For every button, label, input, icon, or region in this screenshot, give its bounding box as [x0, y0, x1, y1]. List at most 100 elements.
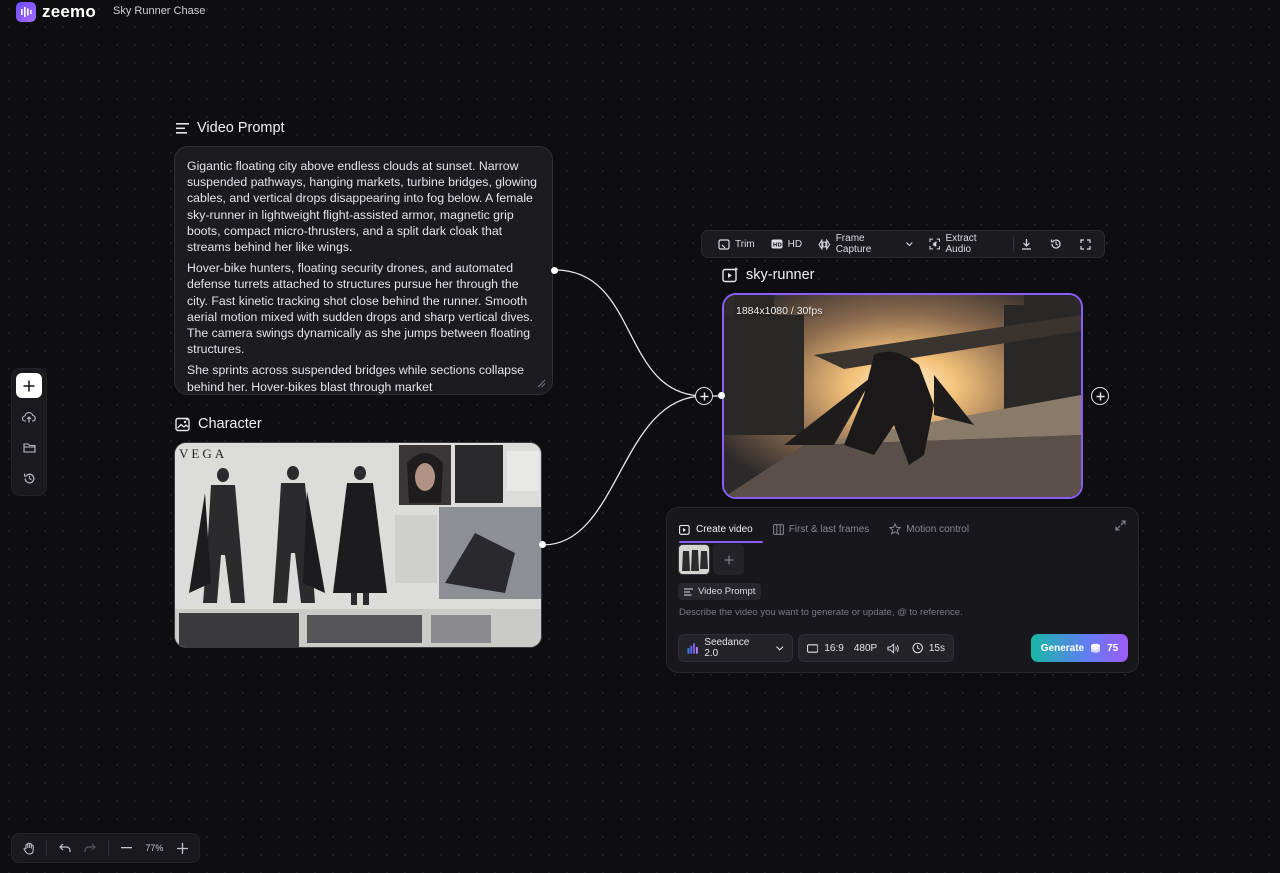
plus-icon — [724, 555, 733, 564]
aspect-ratio-icon — [807, 643, 819, 653]
video-input-add-button[interactable] — [695, 387, 713, 405]
prompt-paragraph: Gigantic floating city above endless clo… — [187, 159, 537, 255]
prompt-output-port[interactable] — [551, 267, 558, 274]
video-settings-button[interactable]: 16:9 480P 15s — [798, 634, 954, 662]
chevron-down-icon — [906, 241, 913, 246]
hd-button[interactable]: HD HD — [763, 231, 810, 257]
character-output-port[interactable] — [539, 541, 546, 548]
motion-control-icon — [889, 523, 902, 535]
character-sheet-illustration: VEGA — [175, 443, 541, 647]
add-node-button[interactable] — [16, 373, 42, 398]
reference-thumbnail-image — [679, 545, 709, 574]
prompt-paragraph: Hover-bike hunters, floating security dr… — [187, 261, 533, 357]
plus-icon — [176, 842, 188, 854]
credits-count: 75 — [1107, 642, 1119, 654]
plus-icon — [23, 380, 35, 391]
model-bars-icon — [687, 642, 698, 654]
pan-tool-button[interactable] — [18, 837, 39, 859]
hd-label: HD — [787, 238, 803, 250]
tab-label: First & last frames — [788, 523, 870, 535]
video-node-icon — [722, 267, 738, 283]
trim-button[interactable]: Trim — [710, 231, 763, 257]
prompt-input[interactable]: Describe the video you want to generate … — [679, 607, 963, 618]
bottom-toolbar: 77% — [11, 833, 200, 863]
video-toolbar: Trim HD HD Frame Capture Extract Audio — [701, 230, 1105, 258]
add-reference-button[interactable] — [713, 544, 744, 575]
upload-button[interactable] — [16, 404, 42, 429]
reference-thumbnail[interactable] — [678, 544, 710, 575]
zoom-out-button[interactable] — [116, 837, 137, 859]
text-lines-icon — [684, 588, 693, 595]
redo-button[interactable] — [80, 837, 101, 859]
video-output-add-button[interactable] — [1091, 387, 1109, 405]
minus-icon — [120, 847, 132, 849]
history-button[interactable] — [16, 466, 42, 491]
extract-audio-icon — [929, 238, 941, 250]
fullscreen-icon — [1080, 238, 1091, 250]
history-icon — [1050, 239, 1061, 249]
frame-capture-dropdown[interactable]: Frame Capture — [810, 231, 921, 257]
hand-icon — [23, 842, 34, 855]
model-name: Seedance 2.0 — [704, 637, 750, 659]
zoom-level[interactable]: 77% — [141, 843, 168, 853]
history-button[interactable] — [1045, 238, 1066, 250]
duration-value: 15s — [928, 642, 945, 654]
left-toolbar — [11, 368, 47, 496]
tab-motion-control[interactable]: Motion control — [889, 518, 979, 540]
generate-button[interactable]: Generate 75 — [1031, 634, 1128, 662]
tab-create-video[interactable]: Create video — [679, 518, 763, 543]
model-selector[interactable]: Seedance 2.0 — [678, 634, 793, 662]
prompt-node-title: Video Prompt — [197, 120, 285, 136]
speaker-icon — [887, 642, 899, 654]
expand-panel-button[interactable] — [1115, 518, 1126, 536]
frame-capture-label: Frame Capture — [835, 233, 872, 255]
download-icon — [1021, 239, 1031, 250]
download-button[interactable] — [1016, 238, 1037, 250]
chip-label: Video Prompt — [698, 586, 756, 597]
frames-icon — [772, 523, 784, 535]
undo-icon — [59, 843, 71, 852]
character-node-title: Character — [198, 416, 262, 432]
video-frame-illustration — [724, 295, 1081, 497]
clock-icon — [911, 642, 923, 654]
tab-first-last-frames[interactable]: First & last frames — [772, 518, 880, 540]
generation-panel: Create video First & last frames Motion … — [666, 507, 1139, 673]
character-sheet-image[interactable]: VEGA — [174, 442, 542, 648]
folder-icon — [22, 443, 36, 453]
toolbar-divider — [46, 840, 48, 856]
redo-icon — [84, 843, 97, 852]
toolbar-divider — [107, 840, 109, 856]
resolution-value: 480P — [853, 642, 878, 654]
expand-icon — [1115, 520, 1126, 531]
assets-folder-button[interactable] — [16, 435, 42, 460]
trim-icon — [718, 238, 730, 250]
history-icon — [23, 473, 34, 484]
sheet-title: VEGA — [179, 446, 227, 461]
prompt-node-label: Video Prompt — [175, 120, 285, 136]
chevron-down-icon — [776, 645, 784, 651]
hd-icon: HD — [771, 239, 783, 249]
extract-audio-button[interactable]: Extract Audio — [921, 231, 1011, 257]
frame-capture-icon — [818, 238, 831, 250]
video-node-title: sky-runner — [746, 267, 815, 283]
prompt-reference-chip[interactable]: Video Prompt — [678, 583, 762, 600]
prompt-text-card[interactable]: Gigantic floating city above endless clo… — [174, 146, 553, 395]
character-node-label: Character — [175, 416, 262, 432]
image-icon — [175, 417, 190, 431]
plus-icon — [700, 392, 708, 400]
text-lines-icon — [176, 122, 189, 134]
aspect-ratio-value: 16:9 — [824, 642, 844, 654]
video-preview[interactable]: 1884x1080 / 30fps — [722, 293, 1083, 499]
video-resolution-meta: 1884x1080 / 30fps — [736, 305, 823, 317]
zoom-in-button[interactable] — [172, 837, 193, 859]
resize-handle-icon[interactable] — [537, 379, 546, 388]
trim-label: Trim — [735, 238, 755, 250]
create-video-icon — [679, 524, 690, 535]
generate-label: Generate — [1040, 642, 1085, 654]
video-node-label: sky-runner — [722, 267, 815, 283]
upload-cloud-icon — [22, 411, 36, 422]
undo-button[interactable] — [54, 837, 75, 859]
video-input-port[interactable] — [718, 392, 725, 399]
fullscreen-button[interactable] — [1075, 238, 1096, 250]
credits-coin-icon — [1091, 643, 1101, 653]
